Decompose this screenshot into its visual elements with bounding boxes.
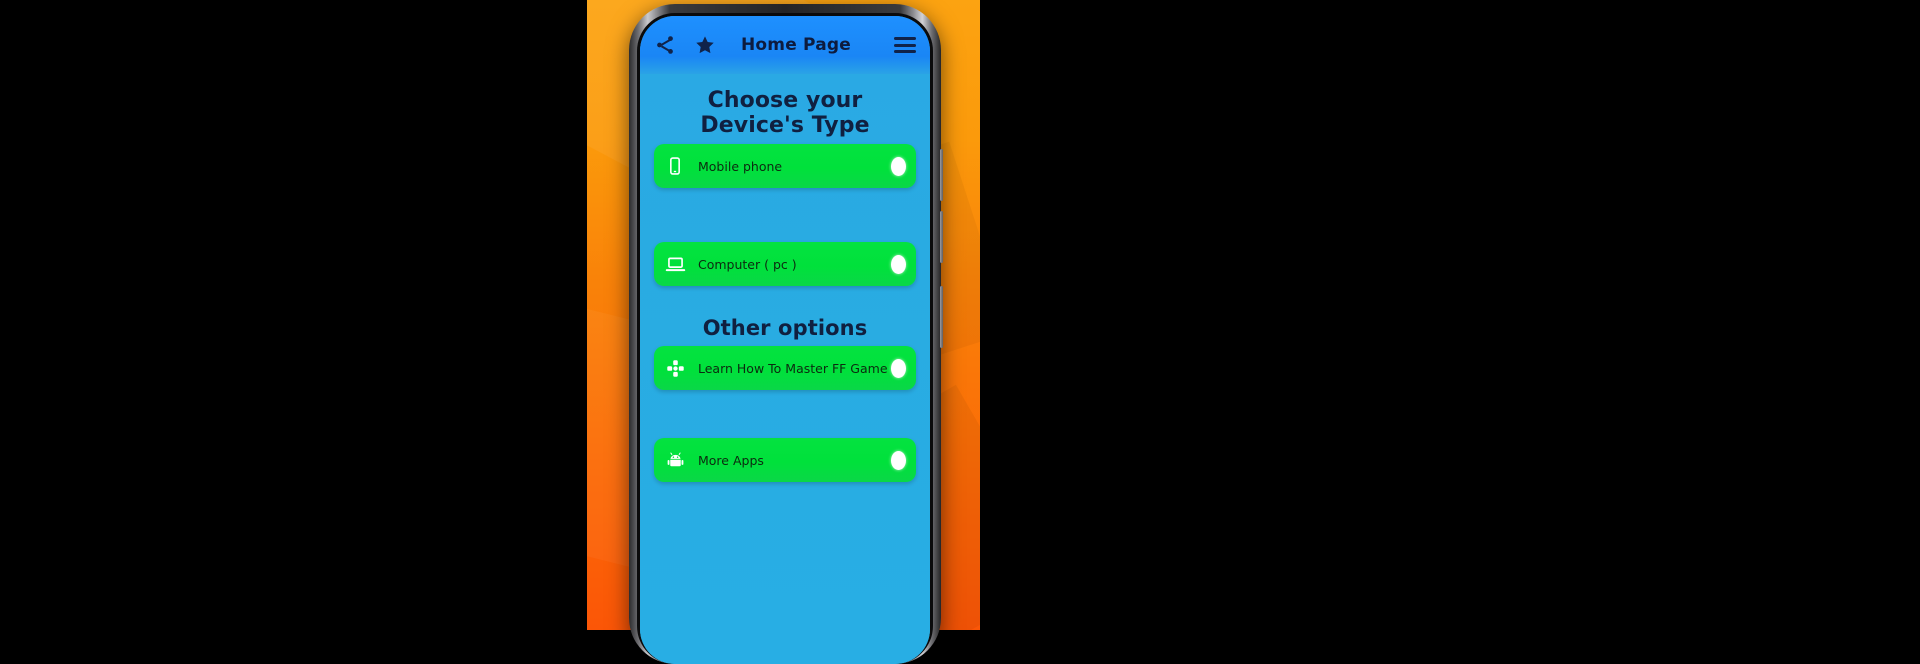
page-title: Home Page [740, 35, 852, 55]
toggle-knob[interactable] [891, 254, 906, 274]
option-row-more-apps[interactable]: More Apps [654, 438, 916, 482]
option-label: Mobile phone [698, 158, 783, 174]
option-label: More Apps [698, 452, 764, 468]
volume-up-button[interactable] [940, 149, 943, 201]
volume-down-button[interactable] [940, 211, 943, 263]
option-label: Learn How To Master FF Game [698, 360, 888, 376]
laptop-icon [664, 253, 686, 275]
option-label: Computer ( pc ) [698, 256, 797, 272]
screenshot-stage: Home Page Choose your Device's Type Mobi… [0, 0, 1920, 664]
hamburger-line [894, 37, 916, 40]
app-content: Choose your Device's Type Mobile phone C… [640, 74, 930, 664]
android-robot-icon [664, 449, 686, 471]
option-row-computer[interactable]: Computer ( pc ) [654, 242, 916, 286]
phone-device-frame: Home Page Choose your Device's Type Mobi… [629, 4, 943, 664]
power-button[interactable] [940, 286, 943, 348]
phone-bezel: Home Page Choose your Device's Type Mobi… [637, 13, 933, 664]
hamburger-menu-icon[interactable] [894, 37, 916, 53]
option-row-mobile-phone[interactable]: Mobile phone [654, 144, 916, 188]
section-title-device-type: Choose your Device's Type [700, 88, 870, 138]
toggle-knob[interactable] [891, 450, 906, 470]
app-header-bar: Home Page [640, 16, 930, 74]
toggle-knob[interactable] [891, 358, 906, 378]
hamburger-line [894, 50, 916, 53]
share-icon[interactable] [654, 34, 676, 56]
hamburger-line [894, 43, 916, 47]
toggle-knob[interactable] [891, 156, 906, 176]
section-title-other-options: Other options [702, 316, 868, 340]
gamepad-dpad-icon [664, 357, 686, 379]
phone-screen: Home Page Choose your Device's Type Mobi… [640, 16, 930, 664]
mobile-phone-icon [664, 155, 686, 177]
option-row-master-ff-game[interactable]: Learn How To Master FF Game [654, 346, 916, 390]
